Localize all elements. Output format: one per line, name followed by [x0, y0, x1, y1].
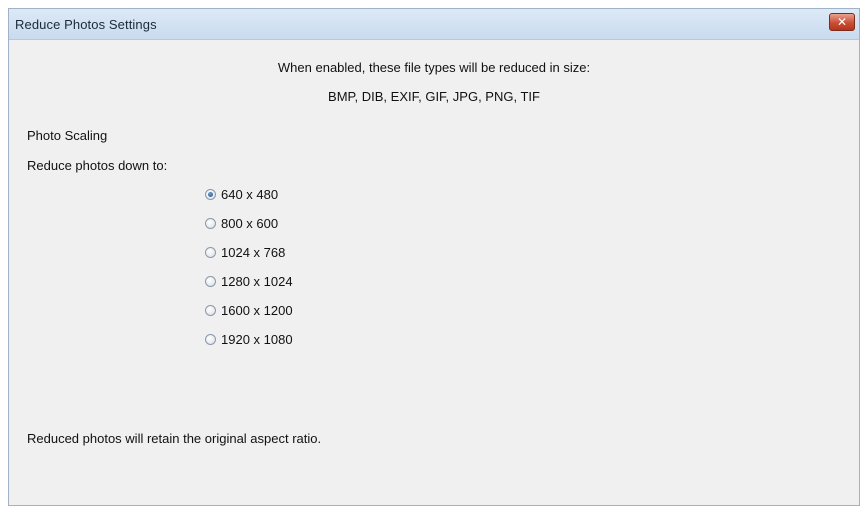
radio-label: 1920 x 1080 [221, 332, 293, 347]
radio-button[interactable] [205, 305, 216, 316]
window-title: Reduce Photos Settings [15, 17, 157, 32]
radio-label: 1600 x 1200 [221, 303, 293, 318]
reduce-photos-label: Reduce photos down to: [27, 158, 168, 173]
radio-label: 1024 x 768 [221, 245, 286, 260]
close-button[interactable]: ✕ [829, 13, 855, 31]
radio-option-1280x1024[interactable]: 1280 x 1024 [205, 274, 293, 303]
radio-label: 800 x 600 [221, 216, 279, 231]
info-text: When enabled, these file types will be r… [277, 60, 591, 75]
radio-button[interactable] [205, 218, 216, 229]
radio-option-640x480[interactable]: 640 x 480 [205, 187, 293, 216]
reduce-photos-settings-dialog: Reduce Photos Settings ✕ When enabled, t… [8, 8, 860, 506]
title-bar: Reduce Photos Settings ✕ [9, 9, 859, 40]
radio-option-1024x768[interactable]: 1024 x 768 [205, 245, 293, 274]
close-icon: ✕ [836, 15, 848, 29]
radio-label: 1280 x 1024 [221, 274, 293, 289]
radio-button[interactable] [205, 276, 216, 287]
resolution-radio-group: 640 x 480 800 x 600 1024 x 768 1280 x 10… [205, 187, 293, 361]
radio-button[interactable] [205, 334, 216, 345]
radio-button[interactable] [205, 247, 216, 258]
radio-option-800x600[interactable]: 800 x 600 [205, 216, 293, 245]
photo-scaling-label: Photo Scaling [27, 128, 108, 143]
radio-option-1920x1080[interactable]: 1920 x 1080 [205, 332, 293, 361]
radio-option-1600x1200[interactable]: 1600 x 1200 [205, 303, 293, 332]
radio-button[interactable] [205, 189, 216, 200]
aspect-ratio-note: Reduced photos will retain the original … [27, 431, 322, 446]
dialog-content: When enabled, these file types will be r… [9, 40, 859, 505]
file-types-text: BMP, DIB, EXIF, GIF, JPG, PNG, TIF [328, 89, 540, 104]
radio-label: 640 x 480 [221, 187, 279, 202]
